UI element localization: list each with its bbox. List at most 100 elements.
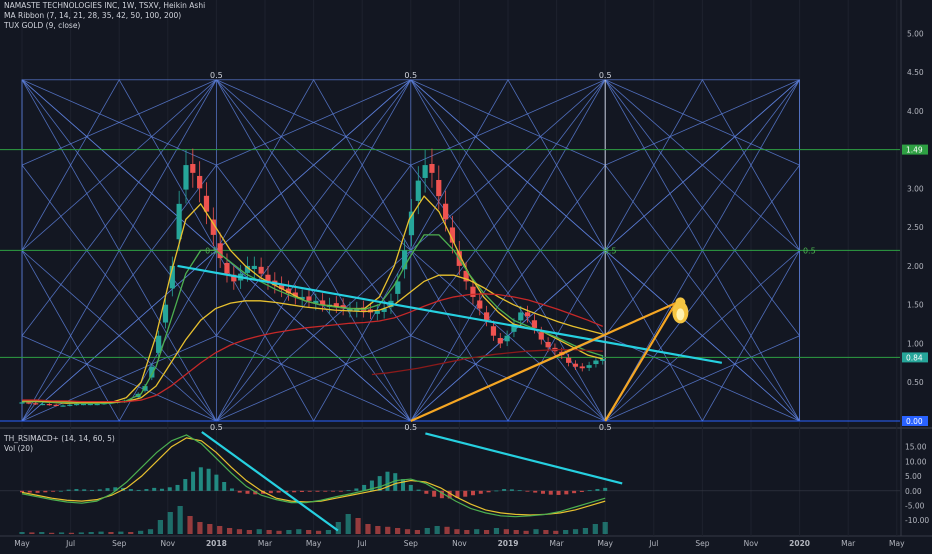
candle-body [484, 312, 490, 321]
chart-legend: NAMASTE TECHNOLOGIES INC, 1W, TSXV, Heik… [4, 1, 205, 31]
time-tick-label: 2020 [789, 539, 810, 548]
fib-label: 0.5 [404, 71, 417, 80]
candle-body [26, 402, 32, 404]
candle-body [53, 404, 59, 406]
volume-bar [375, 526, 381, 534]
ma-ribbon-study-label[interactable]: MA Ribbon (7, 14, 21, 28, 35, 42, 50, 10… [4, 11, 205, 21]
candle-body [374, 310, 380, 314]
histogram-bar [276, 490, 281, 493]
oscillator-tick-label: -5.00 [905, 502, 925, 511]
volume-bar [207, 524, 213, 534]
histogram-bar [89, 489, 94, 491]
histogram-bar [408, 484, 413, 491]
volume-bar [276, 530, 282, 534]
oscillator-tick-label: -10.00 [905, 516, 929, 525]
lower-pane-legend: TH_RSIMACD+ (14, 14, 60, 5) Vol (20) [4, 434, 115, 454]
volume-bar [493, 528, 500, 534]
time-tick-label: Mar [258, 539, 273, 548]
volume-bar [147, 529, 154, 534]
volume-bar [236, 529, 243, 534]
histogram-bar [478, 490, 483, 494]
histogram-bar [128, 489, 133, 491]
volume-bar [58, 532, 65, 534]
histogram-bar [393, 473, 398, 491]
fib-label: 0.5 [599, 423, 612, 432]
time-tick-label: Mar [841, 539, 856, 548]
volume-bar [197, 522, 203, 534]
time-tick-label: Sep [695, 539, 709, 548]
volume-bar [78, 532, 84, 534]
histogram-bar [315, 490, 320, 492]
histogram-bar [74, 489, 79, 491]
histogram-bar [346, 490, 351, 492]
histogram-bar [463, 490, 468, 497]
histogram-bar [245, 490, 250, 494]
candle-body [579, 366, 585, 369]
chart[interactable]: 0.5 0.5 0.5 0.5 0.5 0.5 0.5 0.5 0.5 5.00 4.50 4.00 3… [0, 0, 932, 550]
candle-body [183, 165, 189, 190]
time-tick-label: Jul [648, 539, 658, 548]
symbol-title[interactable]: NAMASTE TECHNOLOGIES INC, 1W, TSXV, Heik… [4, 1, 205, 11]
price-tick-label: 3.00 [907, 184, 924, 193]
volume-bar [523, 530, 529, 534]
candle-body [258, 266, 264, 274]
volume-study-label[interactable]: Vol (20) [4, 444, 115, 454]
price-badge-label: 0.00 [906, 417, 923, 426]
volume-bar [157, 520, 163, 534]
time-tick-label: 2018 [206, 539, 227, 548]
candle-body [586, 365, 592, 368]
histogram-bar [97, 489, 102, 491]
histogram-bar [198, 467, 203, 491]
histogram-bar [307, 490, 312, 492]
volume-bar [187, 516, 193, 534]
volume-bar [345, 514, 351, 534]
volume-bar [444, 526, 450, 534]
chart-canvas[interactable]: 0.5 0.5 0.50.5 0.5 0.50.5 0.5 0.55.004.504.003… [0, 0, 932, 550]
volume-bar [434, 526, 440, 534]
rsimacd-study-label[interactable]: TH_RSIMACD+ (14, 14, 60, 5) [4, 434, 115, 444]
candle-body [87, 403, 93, 406]
candle-body [224, 262, 230, 274]
fib-label: 0.5 [404, 423, 417, 432]
price-tick-label: 2.50 [907, 223, 924, 232]
volume-bar [563, 530, 569, 534]
volume-bar [355, 518, 361, 534]
volume-bar [19, 532, 25, 534]
volume-bar [256, 529, 262, 534]
candle-body [320, 300, 326, 305]
time-tick-label: May [597, 539, 613, 548]
candle-body [600, 358, 606, 361]
candle-body [306, 296, 312, 301]
volume-bar [246, 530, 252, 534]
candle-body [518, 312, 524, 321]
candle-body [176, 203, 182, 240]
histogram-bar [105, 488, 110, 491]
histogram-bar [35, 490, 40, 493]
time-tick-label: Nov [744, 539, 759, 548]
histogram-bar [377, 476, 382, 491]
volume-bar [395, 528, 401, 534]
histogram-bar [268, 490, 273, 494]
time-tick-label: May [889, 539, 905, 548]
candle-body [94, 403, 100, 406]
price-tick-label: 0.50 [907, 378, 924, 387]
time-tick-label: May [306, 539, 322, 548]
candle-body [39, 403, 46, 406]
oscillator-tick-label: 5.00 [905, 472, 922, 481]
histogram-bar [509, 489, 514, 491]
volume-bar [49, 532, 55, 534]
tux-gold-study-label[interactable]: TUX GOLD (9, close) [4, 21, 205, 31]
histogram-bar [136, 489, 141, 491]
candle-body [497, 338, 503, 344]
candle-body [80, 403, 87, 406]
candle-body [156, 335, 162, 353]
volume-bar [118, 531, 124, 534]
volume-bar [404, 529, 411, 534]
time-tick-label: Jul [65, 539, 75, 548]
oscillator-tick-label: 10.00 [905, 457, 927, 466]
price-tick-label: 1.00 [907, 339, 924, 348]
histogram-bar [587, 490, 592, 492]
tux-belly [676, 308, 685, 321]
histogram-bar [432, 490, 437, 497]
time-tick-label: May [14, 539, 30, 548]
